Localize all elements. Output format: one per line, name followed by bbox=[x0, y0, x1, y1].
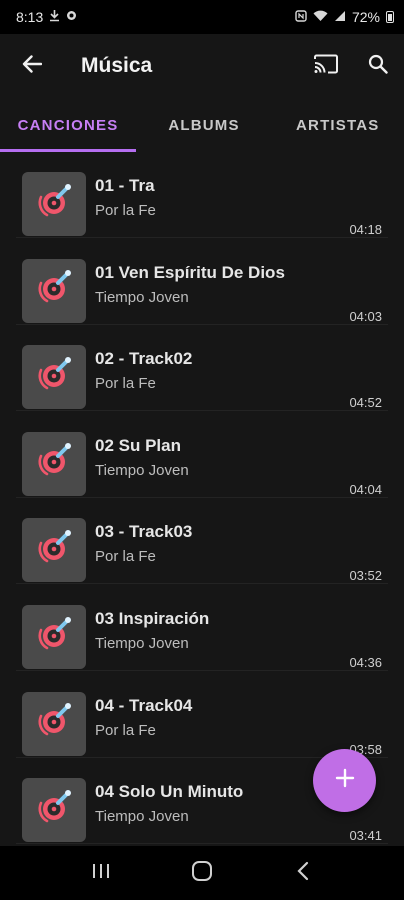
home-button[interactable] bbox=[172, 846, 232, 900]
song-title: 04 - Track04 bbox=[95, 695, 193, 715]
arrow-back-icon bbox=[22, 54, 43, 78]
battery-percent: 72% bbox=[351, 9, 380, 25]
album-art bbox=[22, 605, 86, 669]
plus-icon bbox=[335, 768, 355, 793]
vinyl-record-icon bbox=[32, 526, 76, 575]
list-item[interactable]: 03 - Track03 Por la Fe 03:52 bbox=[16, 498, 388, 585]
add-button[interactable] bbox=[313, 749, 376, 812]
home-icon bbox=[191, 860, 213, 887]
app-actions bbox=[300, 34, 404, 98]
song-title: 02 Su Plan bbox=[95, 435, 181, 455]
list-item[interactable]: 01 Ven Espíritu De Dios Tiempo Joven 04:03 bbox=[16, 239, 388, 325]
song-duration: 04:04 bbox=[349, 481, 382, 497]
song-title: 03 Inspiración bbox=[95, 609, 210, 628]
album-art bbox=[22, 345, 86, 410]
tab-bar: CANCIONES ALBUMS ARTISTAS bbox=[0, 98, 404, 152]
nfc-icon bbox=[295, 9, 307, 25]
song-duration: 04:18 bbox=[349, 222, 382, 237]
song-title: 01 Ven Espíritu De Dios bbox=[95, 262, 285, 282]
app-bar: Música bbox=[0, 34, 404, 98]
wifi-icon bbox=[313, 10, 328, 25]
vinyl-record-icon bbox=[32, 353, 76, 402]
tab-canciones[interactable]: CANCIONES bbox=[0, 98, 136, 152]
song-duration: 04:36 bbox=[349, 655, 382, 670]
song-artist: Tiempo Joven bbox=[95, 635, 189, 652]
back-button[interactable] bbox=[0, 34, 64, 98]
list-item[interactable]: 03 Inspiración Tiempo Joven 04:36 bbox=[16, 585, 388, 671]
notification-dot-icon bbox=[66, 10, 77, 24]
list-item[interactable]: 02 - Track02 Por la Fe 04:52 bbox=[16, 325, 388, 412]
song-duration: 04:03 bbox=[349, 308, 382, 324]
tab-artistas[interactable]: ARTISTAS bbox=[272, 98, 404, 152]
list-item[interactable]: 02 Su Plan Tiempo Joven 04:04 bbox=[16, 412, 388, 498]
vinyl-record-icon bbox=[32, 180, 76, 229]
song-title: 03 - Track03 bbox=[95, 522, 193, 542]
song-artist: Por la Fe bbox=[95, 721, 156, 739]
vinyl-record-icon bbox=[32, 266, 76, 315]
status-right: 72% bbox=[295, 9, 394, 25]
tab-albums[interactable]: ALBUMS bbox=[136, 98, 272, 152]
recent-apps-button[interactable] bbox=[71, 846, 131, 900]
song-artist: Tiempo Joven bbox=[95, 461, 189, 479]
recent-apps-icon bbox=[91, 863, 111, 884]
download-icon bbox=[49, 9, 60, 25]
status-left: 8:13 bbox=[16, 9, 77, 25]
search-button[interactable] bbox=[352, 34, 404, 98]
song-artist: Tiempo Joven bbox=[95, 288, 189, 306]
album-art bbox=[22, 691, 86, 756]
song-title: 02 - Track02 bbox=[95, 349, 193, 369]
cast-icon bbox=[313, 54, 339, 79]
song-title: 01 - Tra bbox=[95, 176, 155, 195]
vinyl-record-icon bbox=[32, 699, 76, 748]
cast-button[interactable] bbox=[300, 34, 352, 98]
album-art bbox=[22, 431, 86, 496]
status-bar: 8:13 72% bbox=[0, 0, 404, 34]
search-icon bbox=[368, 54, 388, 79]
nav-back-button[interactable] bbox=[273, 846, 333, 900]
album-art bbox=[22, 778, 86, 843]
list-item[interactable]: 01 - Tra Por la Fe 04:18 bbox=[16, 152, 388, 238]
vinyl-record-icon bbox=[32, 613, 76, 662]
album-art bbox=[22, 518, 86, 583]
vinyl-record-icon bbox=[32, 786, 76, 835]
song-duration: 03:41 bbox=[349, 828, 382, 844]
page-title: Música bbox=[81, 54, 153, 77]
system-nav-bar bbox=[0, 846, 404, 900]
vinyl-record-icon bbox=[32, 439, 76, 488]
signal-icon bbox=[334, 10, 346, 25]
song-artist: Por la Fe bbox=[95, 202, 156, 219]
song-artist: Tiempo Joven bbox=[95, 808, 189, 826]
chevron-left-icon bbox=[297, 861, 309, 886]
album-art bbox=[22, 258, 86, 323]
battery-icon bbox=[386, 11, 394, 23]
song-title: 04 Solo Un Minuto bbox=[95, 782, 244, 802]
song-duration: 04:52 bbox=[349, 395, 382, 411]
status-time: 8:13 bbox=[16, 9, 44, 25]
song-list[interactable]: 01 - Tra Por la Fe 04:18 01 Ven Espíritu De… bbox=[0, 152, 404, 846]
album-art bbox=[22, 172, 86, 236]
song-artist: Por la Fe bbox=[95, 548, 156, 566]
song-artist: Por la Fe bbox=[95, 375, 156, 393]
song-duration: 03:52 bbox=[349, 568, 382, 584]
list-item[interactable]: 04 - Track04 Por la Fe 03:58 bbox=[16, 672, 388, 758]
